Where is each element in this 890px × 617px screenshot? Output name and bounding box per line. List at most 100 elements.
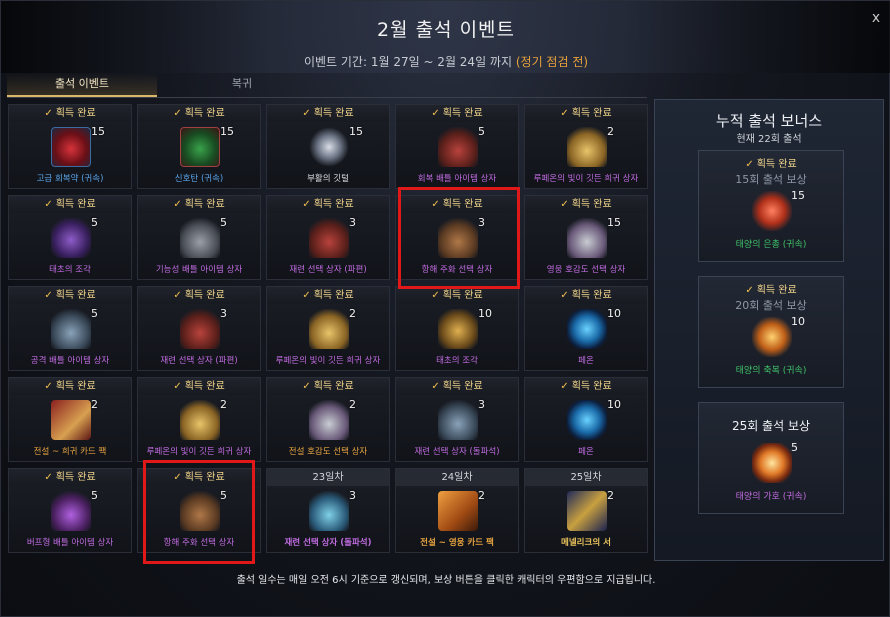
item-name: 재련 선택 상자 (돌파석) (284, 538, 372, 548)
chest-brown-icon (180, 491, 220, 531)
completed-label: 획득 완료 (442, 199, 483, 210)
chest-red-icon (309, 218, 349, 258)
completed-label: 획득 완료 (442, 381, 483, 392)
item-quantity: 2 (220, 398, 227, 411)
item-name: 공격 배틀 아이템 상자 (30, 356, 110, 366)
reward-cell[interactable]: ✓ 획득 완료 10 페온 (524, 377, 648, 462)
completed-badge: ✓ 획득 완료 (699, 155, 843, 170)
reward-cell[interactable]: ✓ 획득 완료 15 신호탄 (귀속) (137, 104, 261, 189)
day-label: 24일차 (396, 469, 518, 486)
completed-label: 획득 완료 (184, 108, 225, 119)
check-icon: ✓ (745, 285, 754, 296)
card-blue-icon (567, 491, 607, 531)
completed-label: 획득 완료 (442, 108, 483, 119)
check-icon: ✓ (44, 108, 53, 119)
close-icon[interactable]: x (867, 9, 885, 27)
completed-badge: ✓ 획득 완료 (138, 105, 260, 122)
reward-cell[interactable]: ✓ 획득 완료 5 항해 주화 선택 상자 (137, 468, 261, 553)
completed-badge: ✓ 획득 완료 (138, 469, 260, 486)
item-name: 버프형 배틀 아이템 상자 (26, 538, 114, 548)
check-icon: ✓ (173, 290, 182, 301)
reward-cell[interactable]: ✓ 획득 완료 10 태초의 조각 (395, 286, 519, 371)
item-quantity: 5 (91, 489, 98, 502)
reward-cell[interactable]: ✓ 획득 완료 5 버프형 배틀 아이템 상자 (8, 468, 132, 553)
check-icon: ✓ (302, 290, 311, 301)
reward-cell[interactable]: ✓ 획득 완료 5 기능성 배틀 아이템 상자 (137, 195, 261, 280)
completed-badge: ✓ 획득 완료 (396, 196, 518, 213)
item-quantity: 10 (607, 398, 621, 411)
item-name: 페온 (578, 447, 594, 457)
item-quantity: 5 (91, 307, 98, 320)
item-quantity: 2 (478, 489, 485, 502)
item-name: 루페온의 빛이 깃든 희귀 상자 (275, 356, 381, 366)
bonus-reward-slot[interactable]: ✓ 획득 완료 15회 출석 보상 15 태양의 은총 (귀속) (698, 150, 844, 262)
reward-cell[interactable]: ✓ 획득 완료 5 회복 배틀 아이템 상자 (395, 104, 519, 189)
completed-badge: ✓ 획득 완료 (138, 378, 260, 395)
reward-cell[interactable]: ✓ 획득 완료 3 재련 선택 상자 (파편) (266, 195, 390, 280)
chest-silver-icon (567, 218, 607, 258)
chest-steel-icon (438, 400, 478, 440)
item-quantity: 5 (220, 489, 227, 502)
completed-label: 획득 완료 (571, 381, 612, 392)
check-icon: ✓ (44, 199, 53, 210)
reward-cell[interactable]: ✓ 획득 완료 10 페온 (524, 286, 648, 371)
item-quantity: 15 (349, 125, 363, 138)
bonus-reward-label: 15회 출석 보상 (735, 173, 807, 186)
completed-label: 획득 완료 (313, 108, 354, 119)
completed-badge: ✓ 획득 완료 (525, 196, 647, 213)
tab-attendance-event[interactable]: 출석 이벤트 (7, 73, 157, 97)
item-quantity: 2 (607, 125, 614, 138)
chest-red-icon (180, 309, 220, 349)
check-icon: ✓ (745, 159, 754, 170)
reward-cell[interactable]: ✓ 획득 완료 2 전설 ~ 희귀 카드 팩 (8, 377, 132, 462)
item-quantity: 3 (478, 398, 485, 411)
completed-label: 획득 완료 (571, 290, 612, 301)
day-label: 25일차 (525, 469, 647, 486)
reward-cell[interactable]: ✓ 획득 완료 2 루페온의 빛이 깃든 희귀 상자 (137, 377, 261, 462)
reward-cell[interactable]: ✓ 획득 완료 2 루페온의 빛이 깃든 희귀 상자 (524, 104, 648, 189)
reward-cell[interactable]: ✓ 획득 완료 5 공격 배틀 아이템 상자 (8, 286, 132, 371)
check-icon: ✓ (431, 108, 440, 119)
reward-cell[interactable]: ✓ 획득 완료 3 항해 주화 선택 상자 (395, 195, 519, 280)
rune-blue-icon (567, 400, 607, 440)
completed-label: 획득 완료 (55, 199, 96, 210)
reward-cell[interactable]: ✓ 획득 완료 2 전설 호감도 선택 상자 (266, 377, 390, 462)
completed-label: 획득 완료 (756, 285, 797, 296)
bonus-reward-slot[interactable]: ✓ 획득 완료 20회 출석 보상 10 태양의 축복 (귀속) (698, 276, 844, 388)
item-quantity: 2 (349, 398, 356, 411)
reward-cell[interactable]: ✓ 획득 완료 15 고급 회복약 (귀속) (8, 104, 132, 189)
bonus-reward-label: 25회 출석 보상 (731, 419, 811, 433)
cumulative-bonus-panel: 누적 출석 보너스 현재 22회 출석 ✓ 획득 완료 15회 출석 보상 15 태양의… (654, 99, 884, 561)
reward-cell[interactable]: ✓ 획득 완료 5 태초의 조각 (8, 195, 132, 280)
reward-cell[interactable]: ✓ 획득 완료 3 재련 선택 상자 (파편) (137, 286, 261, 371)
reward-cell[interactable]: ✓ 획득 완료 15 영웅 호감도 선택 상자 (524, 195, 648, 280)
item-name: 태양의 가호 (귀속) (735, 492, 807, 502)
check-icon: ✓ (560, 199, 569, 210)
completed-badge: ✓ 획득 완료 (9, 196, 131, 213)
reward-cell[interactable]: ✓ 획득 완료 3 재련 선택 상자 (돌파석) (395, 377, 519, 462)
reward-cell[interactable]: 25일차 2 메넬리크의 서 (524, 468, 648, 553)
item-name: 전설 ~ 희귀 카드 팩 (33, 447, 107, 457)
item-name: 재련 선택 상자 (돌파석) (414, 447, 500, 457)
item-name: 항해 주화 선택 상자 (163, 538, 235, 548)
item-quantity: 10 (607, 307, 621, 320)
item-name: 루페온의 빛이 깃든 희귀 상자 (533, 174, 639, 184)
item-name: 회복 배틀 아이템 상자 (417, 174, 497, 184)
tab-return[interactable]: 복귀 (167, 73, 317, 97)
completed-label: 획득 완료 (442, 290, 483, 301)
item-name: 메넬리크의 서 (561, 538, 611, 548)
reward-cell[interactable]: ✓ 획득 완료 15 부활의 깃털 (266, 104, 390, 189)
tab-bar: 출석 이벤트 복귀 (7, 73, 647, 97)
chest-red-icon (438, 127, 478, 167)
item-name: 전설 ~ 영웅 카드 팩 (420, 538, 494, 548)
item-name: 페온 (578, 356, 594, 366)
potion-red-icon (51, 127, 91, 167)
bonus-reward-slot[interactable]: 25회 출석 보상 5 태양의 가호 (귀속) (698, 402, 844, 514)
event-period: 이벤트 기간: 1월 27일 ~ 2월 24일 까지 (정기 점검 전) (1, 53, 890, 70)
tab-divider (7, 97, 647, 98)
reward-cell[interactable]: 23일차 3 재련 선택 상자 (돌파석) (266, 468, 390, 553)
check-icon: ✓ (44, 290, 53, 301)
reward-cell[interactable]: 24일차 2 전설 ~ 영웅 카드 팩 (395, 468, 519, 553)
chest-brown-icon (438, 218, 478, 258)
reward-cell[interactable]: ✓ 획득 완료 2 루페온의 빛이 깃든 희귀 상자 (266, 286, 390, 371)
